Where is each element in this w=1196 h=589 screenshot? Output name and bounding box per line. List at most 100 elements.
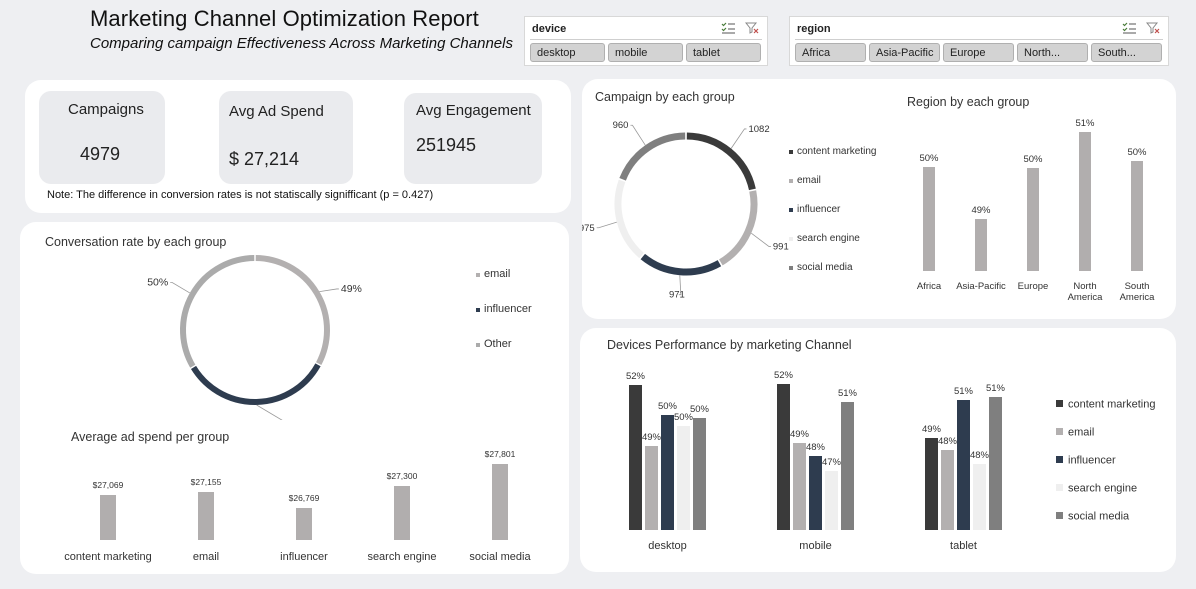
legend-label-other: Other (484, 338, 512, 350)
device-bar-tablet-influencer (957, 400, 970, 530)
region-option-asia-pacific[interactable]: Asia-Pacific (869, 43, 940, 62)
device-axis-label-tablet: tablet (950, 540, 977, 552)
conversion-donut-chart: 49%50%50%emailinfluencerOther (147, 255, 532, 420)
region-bar-europe (1027, 168, 1039, 271)
device-bar-desktop-content-marketing (629, 385, 642, 530)
legend-swatch-content-marketing (789, 150, 793, 154)
device-bar-label: 51% (986, 383, 1006, 394)
significance-note: Note: The difference in conversion rates… (47, 189, 434, 201)
device-bar-label: 50% (658, 401, 678, 412)
device-bar-label: 48% (938, 436, 958, 447)
device-bar-label: 49% (642, 432, 662, 443)
region-axis-label: America (1120, 292, 1156, 303)
legend-label-content-marketing: content marketing (1068, 399, 1155, 411)
legend-label-social-media: social media (797, 262, 853, 273)
report-subtitle: Comparing campaign Effectiveness Across … (90, 35, 513, 52)
device-bar-label: 49% (790, 429, 810, 440)
donut-data-label: 49% (341, 283, 362, 295)
adspend-axis-label: influencer (280, 551, 328, 563)
region-option-south-america[interactable]: South... (1091, 43, 1162, 62)
region-bar-south-america (1131, 161, 1143, 271)
legend-swatch-social-media (1056, 512, 1063, 519)
legend-swatch-influencer (476, 308, 480, 312)
device-slicer-label: device (532, 23, 567, 35)
device-bar-tablet-social-media (989, 397, 1002, 530)
donut-leader-line (170, 282, 190, 294)
adspend-bar-search-engine (394, 486, 410, 540)
donut-slice-email (255, 255, 330, 365)
clear-filter-icon[interactable] (745, 22, 759, 34)
device-bar-label: 47% (822, 457, 842, 468)
donut-slice-social-media (619, 132, 686, 181)
legend-label-email: email (797, 175, 821, 186)
device-bar-desktop-search-engine (677, 426, 690, 530)
adspend-bar-email (198, 492, 214, 540)
clear-filter-icon[interactable] (1146, 22, 1160, 34)
region-slicer-label: region (797, 23, 831, 35)
donut-slice-search-engine (614, 179, 644, 259)
donut-slice-influencer (640, 253, 722, 276)
region-axis-label: North (1073, 281, 1096, 292)
device-bar-mobile-influencer (809, 456, 822, 530)
region-axis-label: Europe (1018, 281, 1049, 292)
device-option-tablet[interactable]: tablet (686, 43, 761, 62)
adspend-axis-label: email (193, 551, 219, 563)
adspend-bar-content-marketing (100, 495, 116, 540)
multi-select-icon[interactable] (721, 22, 735, 34)
region-bar-label: 50% (1023, 154, 1043, 165)
region-bar-chart: 50% Africa 49% Asia-Pacific 50% Europe 51% Nort… (917, 118, 1156, 303)
adspend-bar-influencer (296, 508, 312, 540)
legend-swatch-influencer (1056, 456, 1063, 463)
region-option-north-america[interactable]: North... (1017, 43, 1088, 62)
device-bar-desktop-email (645, 446, 658, 530)
legend-label-search-engine: search engine (1068, 483, 1137, 495)
donut-data-label: 1082 (748, 124, 769, 135)
legend-swatch-email (476, 273, 480, 277)
donut-slice-email (718, 190, 758, 266)
region-bar-label: 50% (1127, 147, 1147, 158)
device-bar-mobile-social-media (841, 402, 854, 530)
donut-slice-influencer (190, 363, 321, 405)
device-bar-label: 52% (774, 370, 794, 381)
region-axis-label: America (1068, 292, 1104, 303)
legend-label-influencer: influencer (797, 204, 841, 215)
device-chart-title: Devices Performance by marketing Channel (607, 338, 852, 352)
kpi-campaigns-value: 4979 (80, 144, 121, 164)
device-option-mobile[interactable]: mobile (608, 43, 683, 62)
region-option-africa[interactable]: Africa (795, 43, 866, 62)
region-chart-title: Region by each group (907, 95, 1030, 109)
kpi-avg-engagement-label: Avg Engagement (416, 102, 531, 119)
device-slicer: device desktop mobile tablet (524, 16, 768, 66)
donut-data-label: 975 (582, 223, 595, 234)
device-bar-tablet-search-engine (973, 464, 986, 530)
adspend-bar-label: $27,155 (191, 477, 222, 487)
kpi-avg-ad-spend: Avg Ad Spend $ 27,214 (219, 91, 353, 184)
donut-data-label: 991 (773, 241, 789, 252)
legend-swatch-search-engine (1056, 484, 1063, 491)
adspend-axis-label: content marketing (64, 551, 151, 563)
region-bar-label: 50% (919, 153, 939, 164)
device-bar-mobile-content-marketing (777, 384, 790, 530)
device-bar-label: 51% (838, 388, 858, 399)
adspend-axis-label: social media (469, 551, 531, 563)
legend-swatch-influencer (789, 208, 793, 212)
legend-swatch-search-engine (789, 237, 793, 241)
region-axis-label: Africa (917, 281, 942, 292)
donut-slice-other (180, 255, 255, 368)
device-axis-label-desktop: desktop (648, 540, 687, 552)
region-option-europe[interactable]: Europe (943, 43, 1014, 62)
multi-select-icon[interactable] (1122, 22, 1136, 34)
donut-data-label: 50% (147, 277, 168, 289)
region-bar-label: 49% (971, 205, 991, 216)
device-option-desktop[interactable]: desktop (530, 43, 605, 62)
donut-leader-line (596, 221, 617, 229)
device-bar-label: 48% (806, 442, 826, 453)
legend-label-email: email (484, 268, 510, 280)
device-bar-mobile-email (793, 443, 806, 530)
legend-swatch-email (789, 179, 793, 183)
adspend-bar-label: $27,801 (485, 449, 516, 459)
kpi-avg-ad-spend-value: $ 27,214 (229, 149, 300, 169)
adspend-bar-social-media (492, 464, 508, 540)
donut-slice-content-marketing (686, 132, 756, 191)
region-bar-asia-pacific (975, 219, 987, 271)
